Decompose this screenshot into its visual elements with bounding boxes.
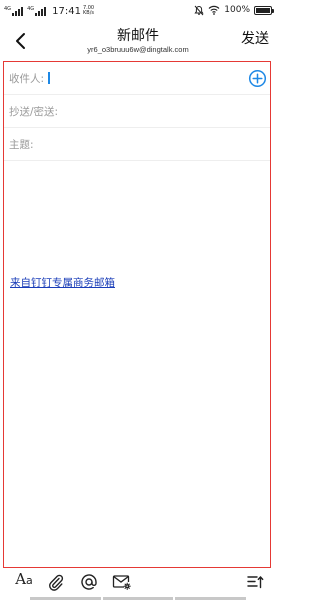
- mention-icon: [81, 574, 97, 590]
- header: 新邮件 yr6_o3bruuu6w@dingtalk.com 发送: [0, 24, 276, 58]
- status-bar: 4G 4G 17:41 7.00 KB/s 100%: [0, 0, 276, 20]
- network-type-2: 4G: [27, 5, 35, 12]
- mute-icon: [194, 5, 204, 15]
- attachment-button[interactable]: [44, 570, 68, 594]
- cc-bcc-label: 抄送/密送:: [9, 105, 59, 118]
- network-type-1: 4G: [4, 5, 12, 12]
- subject-label: 主题:: [9, 138, 34, 151]
- text-format-icon[interactable]: Aa: [12, 570, 36, 594]
- title-block: 新邮件 yr6_o3bruuu6w@dingtalk.com: [60, 28, 216, 55]
- text-cursor: [48, 72, 50, 84]
- page-title: 新邮件: [117, 28, 159, 44]
- wifi-icon: [208, 5, 220, 15]
- status-time: 17:41: [52, 5, 81, 17]
- body-editor[interactable]: [4, 162, 270, 567]
- mention-button[interactable]: [77, 570, 101, 594]
- to-label: 收件人:: [9, 72, 45, 85]
- mail-settings-icon: [112, 575, 131, 590]
- sort-icon: [247, 576, 264, 589]
- to-field[interactable]: 收件人:: [4, 62, 270, 95]
- attachment-icon: [49, 574, 64, 591]
- sender-address: yr6_o3bruuu6w@dingtalk.com: [87, 45, 189, 54]
- status-right: 100%: [194, 3, 274, 17]
- signal-icon-2: 4G: [27, 5, 47, 16]
- send-button[interactable]: 发送: [241, 31, 269, 48]
- signal-icon-1: 4G: [4, 5, 24, 16]
- battery-percent: 100%: [224, 5, 250, 15]
- battery-icon: [254, 5, 274, 15]
- chevron-left-icon: [16, 33, 25, 49]
- sort-button[interactable]: [243, 570, 267, 594]
- speed-unit: KB/s: [83, 10, 95, 16]
- cc-bcc-field[interactable]: 抄送/密送:: [4, 95, 270, 128]
- status-left: 4G 4G 17:41 7.00 KB/s: [4, 4, 94, 18]
- back-button[interactable]: [8, 28, 32, 54]
- subject-field[interactable]: 主题:: [4, 128, 270, 161]
- compose-area: 收件人: 抄送/密送: 主题: 来自钉钉专属商务邮箱: [3, 61, 271, 568]
- text-format-small: a: [26, 574, 33, 587]
- text-format-large: A: [15, 570, 27, 588]
- bottom-toolbar: Aa: [0, 570, 276, 594]
- network-speed: 7.00 KB/s: [83, 6, 94, 16]
- mail-settings-button[interactable]: [110, 570, 134, 594]
- plus-circle-icon[interactable]: [248, 69, 267, 88]
- signature-link[interactable]: 来自钉钉专属商务邮箱: [10, 275, 115, 290]
